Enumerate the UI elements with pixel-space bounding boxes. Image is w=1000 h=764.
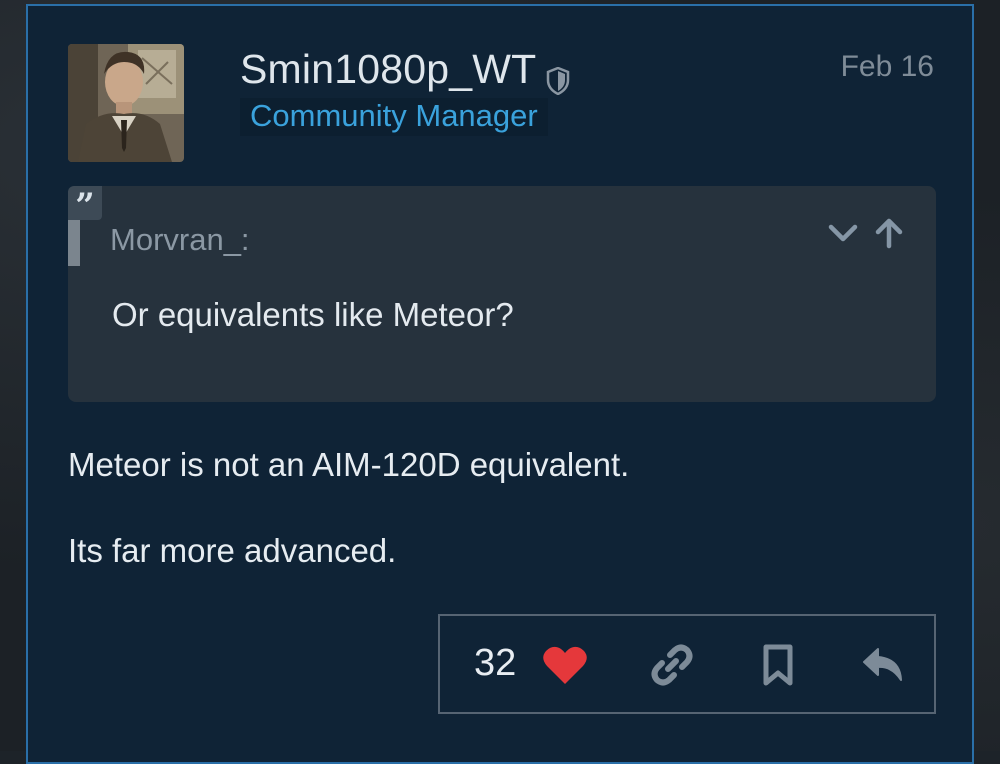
quote-block: ” Morvran_: Or equivalents like Meteor?: [68, 186, 936, 402]
quote-author[interactable]: Morvran_:: [110, 222, 250, 258]
arrow-up-icon[interactable]: [872, 216, 906, 250]
like-count[interactable]: 32: [474, 642, 516, 685]
shield-icon: [546, 58, 570, 95]
post-actions: 32: [438, 614, 936, 714]
heart-icon[interactable]: [540, 640, 590, 690]
avatar[interactable]: [68, 44, 184, 162]
forum-post: Smin1080p_WT Community Manager Feb 16 ” …: [26, 4, 974, 764]
author-name[interactable]: Smin1080p_WT: [240, 46, 570, 95]
post-body-paragraph: Its far more advanced.: [68, 532, 397, 569]
post-body-paragraph: Meteor is not an AIM-120D equivalent.: [68, 446, 630, 483]
user-title: Community Manager: [240, 98, 548, 136]
post-date[interactable]: Feb 16: [841, 50, 934, 84]
bookmark-icon[interactable]: [753, 640, 803, 690]
quote-icon: ”: [68, 186, 102, 226]
link-icon[interactable]: [647, 640, 697, 690]
chevron-down-icon[interactable]: [826, 216, 860, 250]
username-text[interactable]: Smin1080p_WT: [240, 46, 536, 93]
quote-controls: [826, 216, 906, 250]
quote-text: Or equivalents like Meteor?: [112, 296, 514, 333]
reply-icon[interactable]: [858, 640, 908, 690]
